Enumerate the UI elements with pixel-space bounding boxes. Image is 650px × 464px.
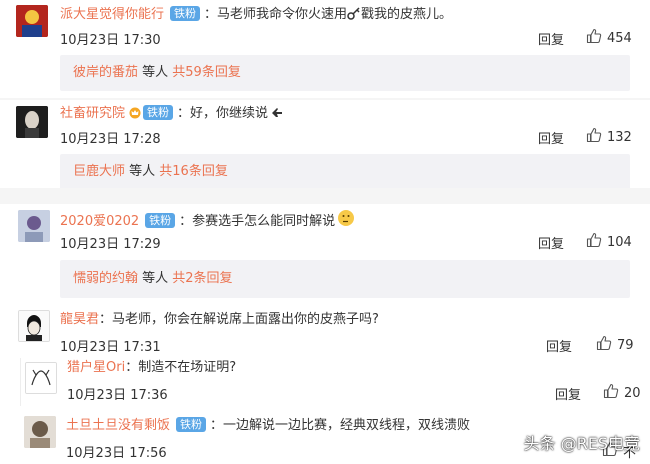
comment-line: 2020爱0202 铁粉 ：参赛选手怎么能同时解说: [60, 209, 355, 233]
timestamp: 10月23日 17:28: [60, 132, 161, 147]
timestamp: 10月23日 17:29: [60, 237, 161, 252]
thinking-emoji-icon: [337, 209, 355, 233]
like-button[interactable]: 79: [596, 335, 634, 355]
like-button[interactable]: 104: [586, 232, 632, 252]
reply-button[interactable]: 回复: [546, 336, 572, 355]
username[interactable]: 猎户星Ori: [67, 360, 125, 375]
username[interactable]: 派大星觉得你能行: [60, 7, 164, 22]
reply-user[interactable]: 懦弱的约翰: [73, 271, 138, 286]
timestamp: 10月23日 17:56: [66, 446, 167, 461]
comment-line: 社畜研究院 铁粉 ：好，你继续说: [60, 105, 284, 125]
username[interactable]: 龍昊君: [60, 312, 99, 327]
reply-button[interactable]: 回复: [555, 384, 581, 403]
thumbs-up-icon: [586, 232, 602, 252]
username[interactable]: 社畜研究院: [60, 106, 125, 121]
comment-text: ：好，你继续说: [177, 106, 269, 121]
thumbs-up-icon: [596, 335, 612, 355]
comment-text: 戳我的皮燕儿。: [361, 7, 453, 22]
divider: [0, 188, 650, 204]
reply-summary[interactable]: 巨鹿大师 等人 共16条回复: [60, 154, 630, 188]
avatar[interactable]: [16, 5, 48, 37]
thumbs-up-icon: [603, 383, 619, 403]
comment-card: 2020爱0202 铁粉 ：参赛选手怎么能同时解说 10月23日 17:29 回复 …: [0, 204, 650, 304]
avatar-image: [18, 210, 50, 242]
comment-text: ：参赛选手怎么能同时解说: [179, 214, 336, 229]
comment-line: 猎户星Ori：制造不在场证明?: [67, 359, 236, 377]
comment-text: ：制造不在场证明?: [125, 360, 237, 375]
avatar-image: [16, 5, 48, 37]
key-icon: [347, 6, 361, 26]
avatar[interactable]: [16, 106, 48, 138]
comment-card: 龍昊君：马老师，你会在解说席上面露出你的皮燕子吗? 10月23日 17:31 回…: [0, 304, 650, 358]
username[interactable]: 土旦土旦没有剩饭: [66, 418, 170, 433]
fan-badge[interactable]: 铁粉: [176, 417, 207, 432]
reply-button[interactable]: 回复: [538, 29, 564, 48]
reply-user[interactable]: 彼岸的番茄: [73, 65, 138, 80]
hand-gesture-icon: [270, 105, 284, 125]
comment-line: 龍昊君：马老师，你会在解说席上面露出你的皮燕子吗?: [60, 311, 379, 329]
reply-summary[interactable]: 懦弱的约翰 等人 共2条回复: [60, 260, 630, 298]
avatar[interactable]: [24, 416, 56, 448]
thumbs-up-icon: [586, 127, 602, 147]
reply-count-link[interactable]: 共59条回复: [172, 65, 241, 80]
like-button[interactable]: 132: [586, 127, 632, 147]
reply-count-link[interactable]: 共16条回复: [159, 164, 228, 179]
comment-text: ：马老师，你会在解说席上面露出你的皮燕子吗?: [99, 312, 379, 327]
avatar-image: [26, 363, 56, 393]
avatar[interactable]: [25, 362, 57, 394]
like-count: 454: [607, 30, 632, 46]
avatar-image: [19, 311, 49, 341]
fan-badge[interactable]: 铁粉: [143, 105, 174, 120]
like-button[interactable]: 20: [603, 383, 641, 403]
like-count: 132: [607, 129, 632, 145]
like-count: 20: [624, 385, 641, 401]
watermark: 头条 @RES电竞: [523, 434, 640, 453]
comment-card: 猎户星Ori：制造不在场证明? 10月23日 17:36 回复 20: [20, 358, 650, 406]
comment-line: 土旦土旦没有剩饭 铁粉 ：一边解说一边比赛，经典双线程，双线溃败: [66, 417, 470, 435]
reply-others-text: 等人: [138, 271, 173, 286]
avatar-image: [16, 106, 48, 138]
reply-user[interactable]: 巨鹿大师: [73, 164, 125, 179]
avatar[interactable]: [18, 210, 50, 242]
timestamp: 10月23日 17:31: [60, 340, 161, 355]
comment-text: ：马老师我命令你火速用: [204, 7, 348, 22]
timestamp: 10月23日 17:30: [60, 33, 161, 48]
like-count: 79: [617, 337, 634, 353]
avatar[interactable]: [18, 310, 50, 342]
comment-line: 派大星觉得你能行 铁粉 ：马老师我命令你火速用 戳我的皮燕儿。: [60, 6, 452, 26]
thumbs-up-icon: [586, 28, 602, 48]
like-button[interactable]: 454: [586, 28, 632, 48]
avatar-image: [24, 416, 56, 448]
reply-button[interactable]: 回复: [538, 233, 564, 252]
like-count: 104: [607, 234, 632, 250]
reply-others-text: 等人: [138, 65, 173, 80]
reply-button[interactable]: 回复: [538, 128, 564, 147]
comment-card: 派大星觉得你能行 铁粉 ：马老师我命令你火速用 戳我的皮燕儿。 10月23日 17:3…: [0, 0, 650, 98]
fan-badge[interactable]: 铁粉: [145, 213, 176, 228]
timestamp: 10月23日 17:36: [67, 388, 168, 403]
username[interactable]: 2020爱0202: [60, 214, 139, 229]
comment-card: 社畜研究院 铁粉 ：好，你继续说 10月23日 17:28 回复 132 巨鹿大师 …: [0, 100, 650, 188]
reply-summary[interactable]: 彼岸的番茄 等人 共59条回复: [60, 55, 630, 91]
reply-others-text: 等人: [125, 164, 160, 179]
vip-crown-icon: [129, 107, 141, 125]
comment-text: ：一边解说一边比赛，经典双线程，双线溃败: [210, 418, 471, 433]
reply-count-link[interactable]: 共2条回复: [172, 271, 232, 286]
fan-badge[interactable]: 铁粉: [170, 6, 201, 21]
